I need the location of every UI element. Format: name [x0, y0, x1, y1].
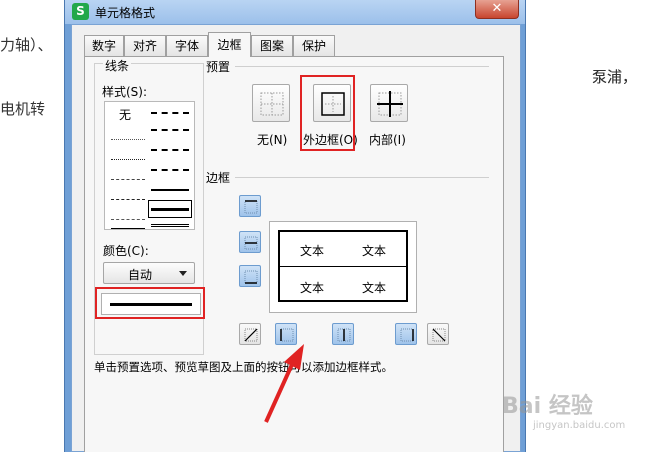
annotation-arrow: [264, 344, 304, 423]
tab-border[interactable]: 边框: [208, 32, 251, 57]
watermark-url: jingyan.baidu.com: [533, 420, 626, 431]
watermark-logo: Bai 经验: [502, 394, 593, 419]
screenshot-stage: 力轴）、 泵浦， 电机转 泵浦， S 单元格格式 ✕ 数字 对齐 字体 边框 图…: [0, 0, 652, 452]
